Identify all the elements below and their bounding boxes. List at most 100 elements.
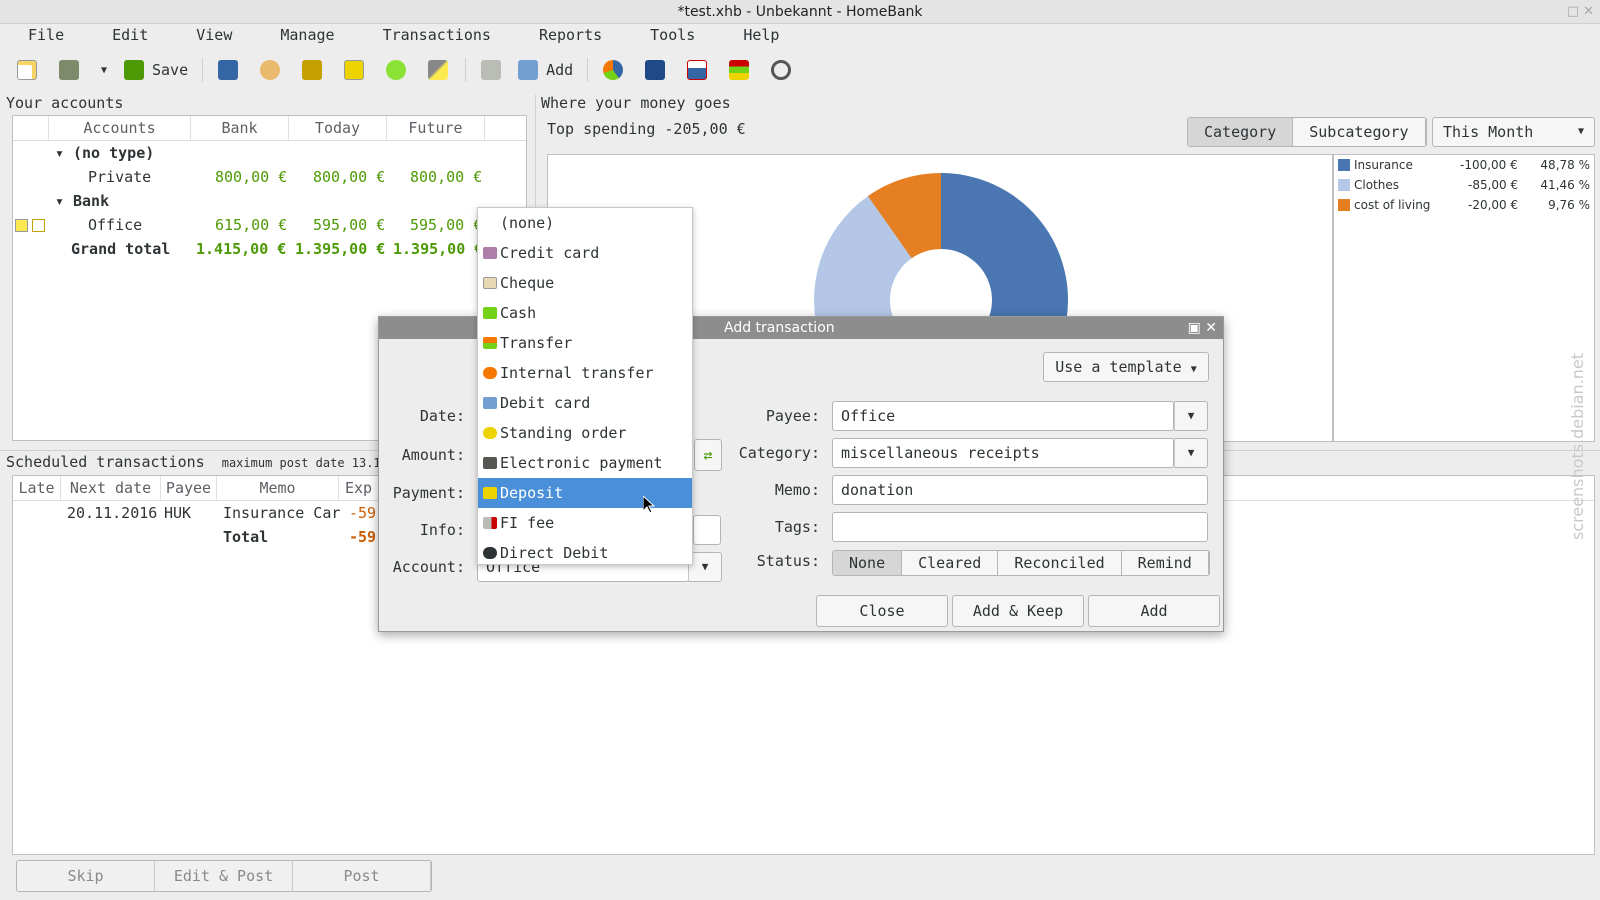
window-controls[interactable]: □ ✕ <box>1567 0 1594 24</box>
watermark-text: screenshots.debian.net <box>1568 352 1587 540</box>
payment-option-direct-debit[interactable]: Direct Debit <box>478 538 692 568</box>
category-field[interactable]: miscellaneous receipts <box>832 438 1174 468</box>
payment-option-internal-transfer[interactable]: Internal transfer <box>478 358 692 388</box>
payment-option-credit-card[interactable]: Credit card <box>478 238 692 268</box>
status-reconciled[interactable]: Reconciled <box>998 551 1122 575</box>
column-header-accounts[interactable]: Accounts <box>49 116 191 140</box>
payment-option-electronic-payment[interactable]: Electronic payment <box>478 448 692 478</box>
memo-field[interactable]: donation <box>832 475 1208 505</box>
account-bank: 800,00 € <box>215 168 288 186</box>
statistics-report-button[interactable] <box>598 55 628 85</box>
menu-manage[interactable]: Manage <box>280 24 334 46</box>
add-keep-button[interactable]: Add & Keep <box>952 595 1084 627</box>
column-header-late[interactable]: Late <box>13 476 61 500</box>
menu-transactions[interactable]: Transactions <box>383 24 491 46</box>
maximize-icon[interactable]: ▣ <box>1188 320 1201 336</box>
legend-row[interactable]: Clothes -85,00 € 41,46 % <box>1334 175 1594 195</box>
edit-icon <box>32 219 45 232</box>
payment-option-cheque[interactable]: Cheque <box>478 268 692 298</box>
option-label: Electronic payment <box>500 454 663 472</box>
amount-label: Amount: <box>401 446 465 464</box>
scheduled-button[interactable] <box>339 55 369 85</box>
account-row[interactable]: Private 800,00 € 800,00 € 800,00 € <box>13 165 526 189</box>
legend-row[interactable]: Insurance -100,00 € 48,78 % <box>1334 155 1594 175</box>
category-combo-toggle[interactable]: ▼ <box>1174 438 1208 468</box>
menu-file[interactable]: File <box>28 24 64 46</box>
column-header-expense[interactable]: Exp <box>339 476 379 500</box>
balance-report-button[interactable] <box>682 55 712 85</box>
payment-option-standing-order[interactable]: Standing order <box>478 418 692 448</box>
payee-combo-toggle[interactable]: ▼ <box>1174 401 1208 431</box>
legend-label: cost of living <box>1354 198 1431 212</box>
skip-button[interactable]: Skip <box>17 861 155 891</box>
add-transaction-button[interactable]: Add <box>518 60 573 80</box>
payee-label: Payee: <box>765 407 820 425</box>
electronic-payment-icon <box>483 457 497 469</box>
assign-button[interactable] <box>423 55 453 85</box>
tab-category[interactable]: Category <box>1188 118 1294 146</box>
account-group-row[interactable]: ▾ (no type) <box>13 141 526 165</box>
categories-button[interactable] <box>297 55 327 85</box>
column-header-bank[interactable]: Bank <box>191 116 289 140</box>
status-switch: None Cleared Reconciled Remind <box>832 550 1210 576</box>
mouse-cursor-icon <box>643 496 655 514</box>
column-header-memo[interactable]: Memo <box>217 476 339 500</box>
open-file-button[interactable] <box>54 55 84 85</box>
info-field[interactable] <box>693 515 721 545</box>
menu-edit[interactable]: Edit <box>112 24 148 46</box>
chevron-down-icon: ▼ <box>1187 446 1195 459</box>
accounts-button[interactable] <box>213 55 243 85</box>
chevron-down-icon: ▼ <box>1577 126 1584 137</box>
account-group-row[interactable]: ▾ Bank <box>13 189 526 213</box>
payees-button[interactable] <box>255 55 285 85</box>
menu-view[interactable]: View <box>196 24 232 46</box>
credit-card-icon <box>483 247 497 259</box>
edit-post-button[interactable]: Edit & Post <box>155 861 293 891</box>
legend-row[interactable]: cost of living -20,00 € 9,76 % <box>1334 195 1594 215</box>
deposit-icon <box>483 487 497 499</box>
column-header-today[interactable]: Today <box>289 116 387 140</box>
status-none[interactable]: None <box>833 551 903 575</box>
close-icon[interactable]: ✕ <box>1205 320 1217 336</box>
status-remind[interactable]: Remind <box>1121 551 1209 575</box>
standing-order-icon <box>483 427 497 439</box>
status-cleared[interactable]: Cleared <box>902 551 999 575</box>
toggle-sign-button[interactable]: ⇄ <box>694 439 722 471</box>
menu-help[interactable]: Help <box>743 24 779 46</box>
tab-subcategory[interactable]: Subcategory <box>1293 118 1426 146</box>
payment-option-transfer[interactable]: Transfer <box>478 328 692 358</box>
add-button[interactable]: Add <box>1088 595 1220 627</box>
account-row[interactable]: Office 615,00 € 595,00 € 595,00 € <box>13 213 526 237</box>
payment-option-fi-fee[interactable]: FI fee <box>478 508 692 538</box>
vehicle-cost-button[interactable] <box>766 55 796 85</box>
account-combo-toggle[interactable]: ▼ <box>688 552 722 582</box>
new-file-button[interactable] <box>12 55 42 85</box>
expander-arrow-icon[interactable]: ▾ <box>55 141 64 165</box>
budget-button[interactable] <box>381 55 411 85</box>
save-button[interactable]: Save <box>124 60 188 80</box>
period-select[interactable]: This Month ▼ <box>1432 117 1595 147</box>
expander-arrow-icon[interactable]: ▾ <box>55 189 64 213</box>
menu-tools[interactable]: Tools <box>650 24 695 46</box>
scheduled-panel-title: Scheduled transactions maximum post date… <box>6 453 388 471</box>
menu-reports[interactable]: Reports <box>539 24 602 46</box>
show-register-button[interactable] <box>476 55 506 85</box>
option-label: Debit card <box>500 394 591 412</box>
column-header-next-date[interactable]: Next date <box>61 476 161 500</box>
payee-field[interactable]: Office <box>832 401 1174 431</box>
close-button[interactable]: Close <box>816 595 948 627</box>
column-header-future[interactable]: Future <box>387 116 485 140</box>
category-label: Category: <box>738 444 820 462</box>
trend-report-button[interactable] <box>640 55 670 85</box>
tags-field[interactable] <box>832 512 1208 542</box>
payment-option-cash[interactable]: Cash <box>478 298 692 328</box>
payment-option-debit-card[interactable]: Debit card <box>478 388 692 418</box>
column-header-payee[interactable]: Payee <box>161 476 217 500</box>
post-button[interactable]: Post <box>293 861 431 891</box>
payment-option-deposit[interactable]: Deposit <box>478 478 692 508</box>
use-template-button[interactable]: Use a template ▼ <box>1043 352 1209 382</box>
budget-report-button[interactable] <box>724 55 754 85</box>
open-recent-dropdown[interactable]: ▼ <box>96 55 112 85</box>
payment-option-none[interactable]: (none) <box>478 208 692 238</box>
period-select-value: This Month <box>1443 123 1534 141</box>
